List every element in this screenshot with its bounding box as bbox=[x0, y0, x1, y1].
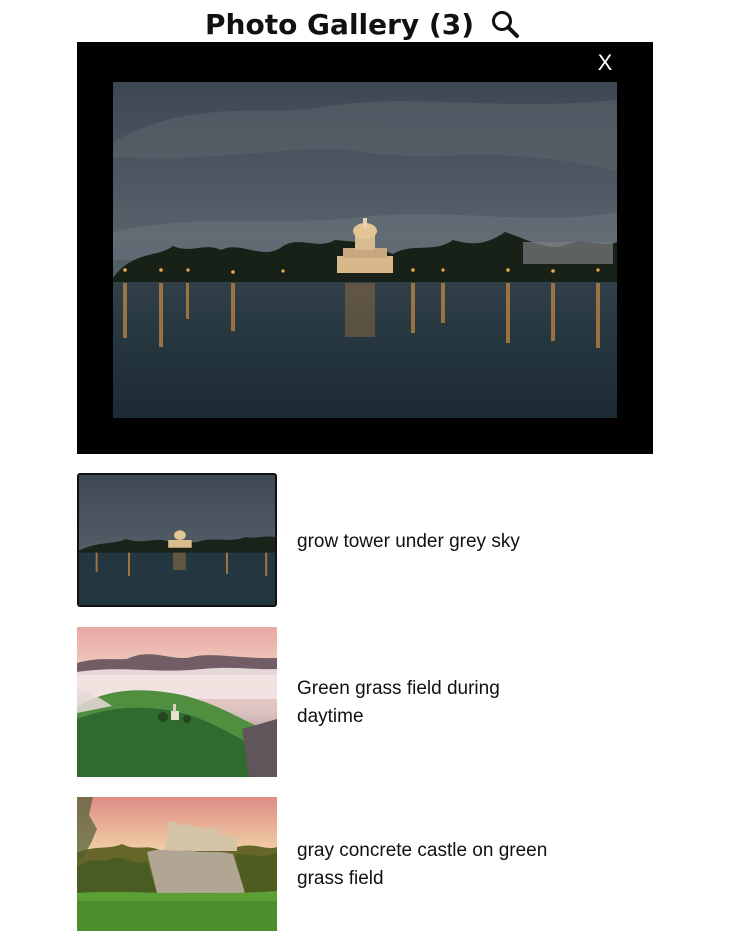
photo-viewer: X bbox=[77, 42, 653, 454]
page-title: Photo Gallery (3) bbox=[205, 8, 475, 41]
close-viewer-button[interactable]: X bbox=[595, 49, 615, 77]
thumbnail-capitol[interactable] bbox=[77, 473, 277, 607]
gallery-item-grass-field[interactable]: Green grass field during daytime bbox=[77, 627, 597, 777]
search-button[interactable] bbox=[489, 8, 521, 40]
page-header: Photo Gallery (3) bbox=[0, 0, 751, 44]
gallery-caption: gray concrete castle on green grass fiel… bbox=[297, 840, 548, 889]
gallery-item-capitol[interactable]: grow tower under grey sky bbox=[77, 473, 597, 607]
thumbnail-castle[interactable] bbox=[77, 797, 277, 931]
gallery-caption: grow tower under grey sky bbox=[297, 531, 520, 552]
thumbnail-grass-field[interactable] bbox=[77, 627, 277, 777]
gallery-caption: Green grass field during daytime bbox=[297, 678, 500, 727]
viewer-photo bbox=[113, 82, 617, 418]
gallery-item-castle[interactable]: gray concrete castle on green grass fiel… bbox=[77, 797, 597, 931]
search-icon bbox=[489, 8, 521, 40]
